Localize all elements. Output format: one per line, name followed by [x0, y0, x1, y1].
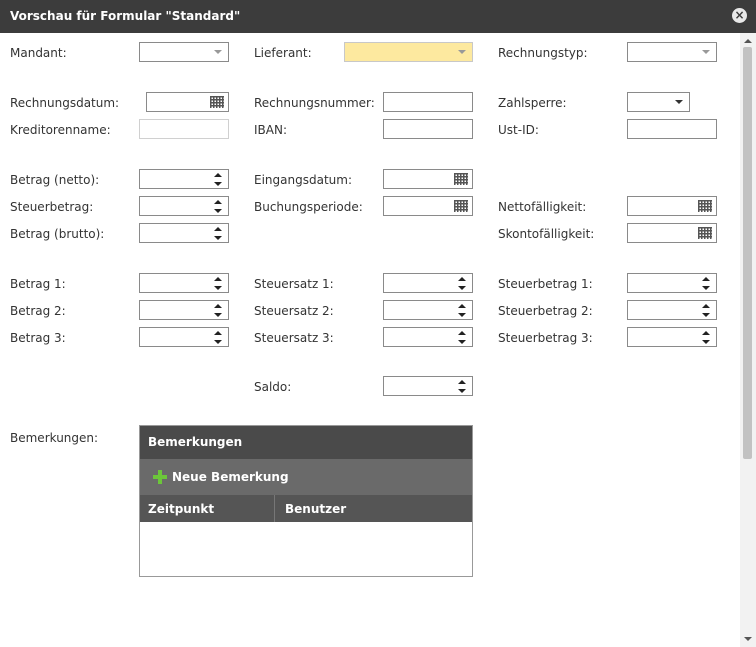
- spinner-icon[interactable]: [458, 380, 466, 393]
- buchungsperiode-field[interactable]: [383, 196, 473, 216]
- steuersatz2-stepper[interactable]: [383, 300, 473, 320]
- form-content: Mandant: Lieferant: Rechnungstyp: Rechnu…: [0, 33, 740, 647]
- spinner-icon[interactable]: [214, 200, 222, 213]
- label-steuerbetrag1: Steuerbetrag 1:: [498, 277, 593, 291]
- spinner-icon[interactable]: [214, 277, 222, 290]
- calendar-icon[interactable]: [454, 173, 468, 185]
- calendar-icon[interactable]: [698, 200, 712, 212]
- label-rechnungsdatum: Rechnungsdatum:: [10, 96, 120, 110]
- betrag1-stepper[interactable]: [139, 273, 229, 293]
- spinner-icon[interactable]: [458, 304, 466, 317]
- nettofaelligkeit-field[interactable]: [627, 196, 717, 216]
- betrag3-stepper[interactable]: [139, 327, 229, 347]
- spinner-icon[interactable]: [214, 304, 222, 317]
- label-lieferant: Lieferant:: [254, 46, 312, 60]
- label-ustid: Ust-ID:: [498, 123, 539, 137]
- panel-header: Bemerkungen: [140, 426, 472, 459]
- label-iban: IBAN:: [254, 123, 287, 137]
- betrag2-stepper[interactable]: [139, 300, 229, 320]
- chevron-down-icon: [702, 50, 710, 54]
- panel-title: Bemerkungen: [148, 435, 243, 449]
- column-header-benutzer[interactable]: Benutzer: [285, 502, 346, 516]
- eingangsdatum-field[interactable]: [383, 169, 473, 189]
- label-buchungsperiode: Buchungsperiode:: [254, 200, 363, 214]
- label-eingangsdatum: Eingangsdatum:: [254, 173, 352, 187]
- label-steuersatz1: Steuersatz 1:: [254, 277, 334, 291]
- steuerbetrag2-stepper[interactable]: [627, 300, 717, 320]
- column-header-zeitpunkt[interactable]: Zeitpunkt: [148, 502, 214, 516]
- mandant-select[interactable]: [139, 42, 229, 62]
- steuerbetrag3-stepper[interactable]: [627, 327, 717, 347]
- dialog-titlebar: Vorschau für Formular "Standard" ×: [0, 0, 756, 33]
- label-steuerbetrag: Steuerbetrag:: [10, 200, 94, 214]
- plus-icon: [153, 470, 167, 484]
- new-remark-label: Neue Bemerkung: [172, 470, 289, 484]
- new-remark-button[interactable]: Neue Bemerkung: [140, 459, 472, 495]
- zahlsperre-select[interactable]: [627, 92, 690, 112]
- rechnungsnummer-field[interactable]: [383, 92, 473, 112]
- column-divider: [274, 495, 275, 522]
- calendar-icon[interactable]: [698, 227, 712, 239]
- spinner-icon[interactable]: [214, 331, 222, 344]
- kreditorenname-field[interactable]: [139, 119, 229, 139]
- rechnungstyp-select[interactable]: [627, 42, 717, 62]
- saldo-stepper[interactable]: [383, 376, 473, 396]
- label-steuerbetrag3: Steuerbetrag 3:: [498, 331, 593, 345]
- vertical-scrollbar[interactable]: [740, 33, 756, 647]
- steuersatz3-stepper[interactable]: [383, 327, 473, 347]
- label-mandant: Mandant:: [10, 46, 67, 60]
- scroll-down-icon[interactable]: [744, 637, 752, 641]
- label-saldo: Saldo:: [254, 380, 292, 394]
- label-betrag3: Betrag 3:: [10, 331, 66, 345]
- betrag-brutto-stepper[interactable]: [139, 223, 229, 243]
- calendar-icon[interactable]: [454, 200, 468, 212]
- spinner-icon[interactable]: [458, 277, 466, 290]
- spinner-icon[interactable]: [458, 331, 466, 344]
- label-rechnungstyp: Rechnungstyp:: [498, 46, 588, 60]
- dialog-title: Vorschau für Formular "Standard": [10, 9, 241, 23]
- spinner-icon[interactable]: [702, 304, 710, 317]
- skontofaelligkeit-field[interactable]: [627, 223, 717, 243]
- chevron-down-icon: [675, 100, 683, 104]
- chevron-down-icon: [214, 50, 222, 54]
- scrollbar-thumb[interactable]: [743, 47, 752, 459]
- lieferant-select[interactable]: [344, 42, 473, 62]
- label-steuerbetrag2: Steuerbetrag 2:: [498, 304, 593, 318]
- ustid-field[interactable]: [627, 119, 717, 139]
- rechnungsdatum-field[interactable]: [146, 92, 229, 112]
- label-betrag2: Betrag 2:: [10, 304, 66, 318]
- spinner-icon[interactable]: [702, 277, 710, 290]
- bemerkungen-panel: Bemerkungen Neue Bemerkung Zeitpunkt Ben…: [139, 425, 473, 577]
- label-rechnungsnummer: Rechnungsnummer:: [254, 96, 375, 110]
- calendar-icon[interactable]: [210, 96, 224, 108]
- label-steuersatz2: Steuersatz 2:: [254, 304, 334, 318]
- table-header: Zeitpunkt Benutzer: [140, 495, 472, 522]
- label-betrag-netto: Betrag (netto):: [10, 173, 100, 187]
- label-nettofaelligkeit: Nettofälligkeit:: [498, 200, 587, 214]
- label-bemerkungen: Bemerkungen:: [10, 431, 99, 445]
- close-icon[interactable]: ×: [732, 8, 747, 23]
- label-steuersatz3: Steuersatz 3:: [254, 331, 334, 345]
- label-betrag1: Betrag 1:: [10, 277, 66, 291]
- scroll-up-icon[interactable]: [744, 39, 752, 43]
- spinner-icon[interactable]: [214, 227, 222, 240]
- steuersatz1-stepper[interactable]: [383, 273, 473, 293]
- iban-field[interactable]: [383, 119, 473, 139]
- label-kreditorenname: Kreditorenname:: [10, 123, 111, 137]
- betrag-netto-stepper[interactable]: [139, 169, 229, 189]
- label-skontofaelligkeit: Skontofälligkeit:: [498, 227, 595, 241]
- spinner-icon[interactable]: [702, 331, 710, 344]
- label-betrag-brutto: Betrag (brutto):: [10, 227, 105, 241]
- steuerbetrag-stepper[interactable]: [139, 196, 229, 216]
- chevron-down-icon: [458, 50, 466, 54]
- spinner-icon[interactable]: [214, 173, 222, 186]
- steuerbetrag1-stepper[interactable]: [627, 273, 717, 293]
- label-zahlsperre: Zahlsperre:: [498, 96, 567, 110]
